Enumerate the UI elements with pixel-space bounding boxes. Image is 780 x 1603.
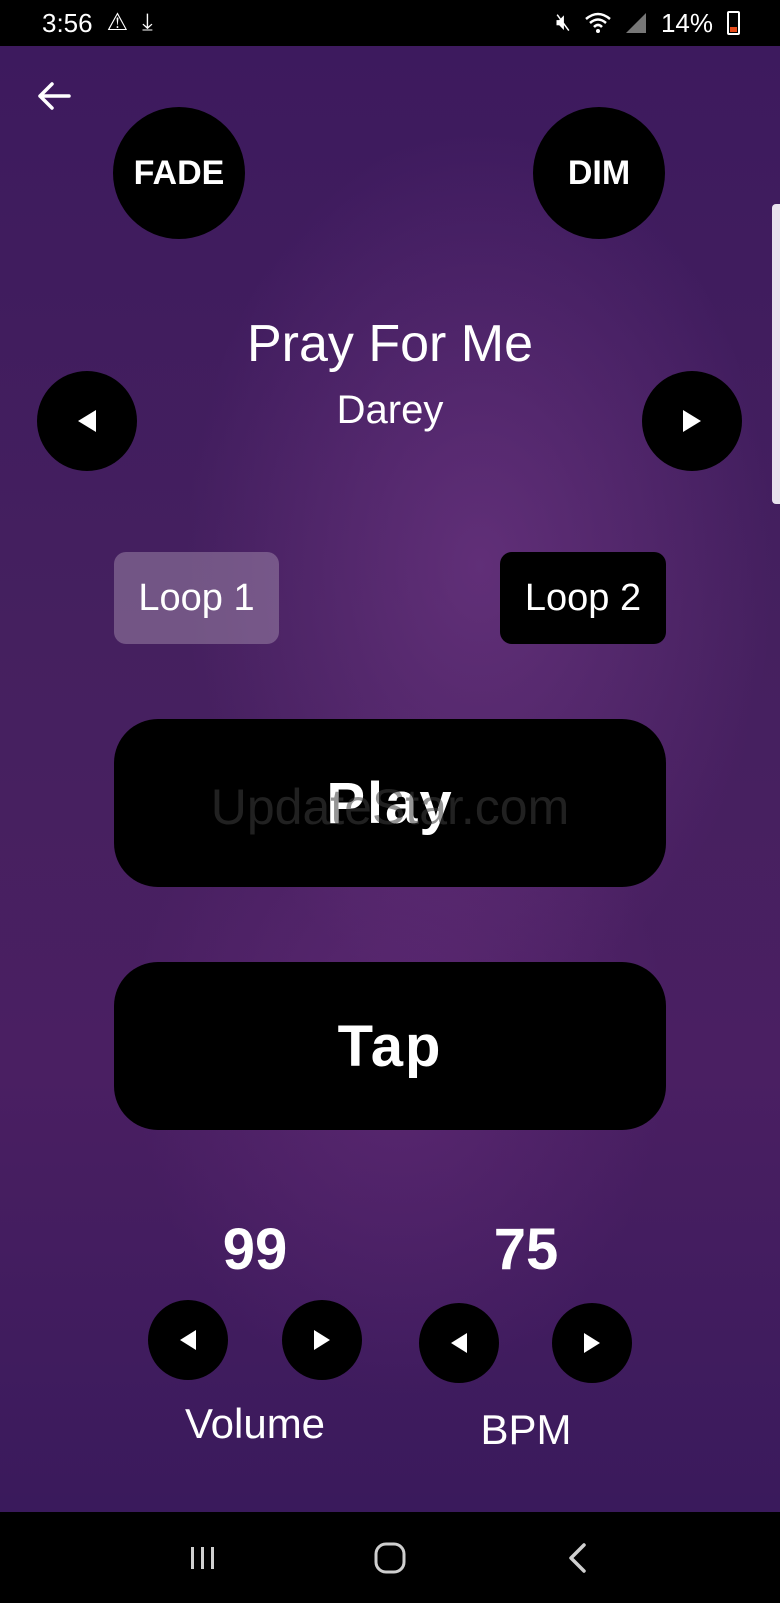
- triangle-right-icon: [314, 1330, 330, 1350]
- triangle-right-icon: [683, 410, 701, 432]
- volume-down-button[interactable]: [148, 1300, 228, 1380]
- home-icon[interactable]: [360, 1528, 420, 1588]
- bpm-label: BPM: [480, 1406, 572, 1453]
- signal-icon: [625, 13, 646, 33]
- loop-1-button[interactable]: Loop 1: [114, 552, 279, 644]
- download-icon: ⤓: [142, 9, 153, 36]
- bpm-down-button[interactable]: [419, 1303, 499, 1383]
- back-arrow-icon[interactable]: [34, 76, 74, 116]
- triangle-right-icon: [584, 1333, 600, 1353]
- screen: 3:56 ⚠ ⤓ 🔇︎ 14% FADE DIM Pray For Me Dar…: [0, 0, 780, 1603]
- volume-label: Volume: [184, 1400, 326, 1447]
- mute-icon: 🔇︎: [555, 9, 571, 36]
- volume-up-button[interactable]: [282, 1300, 362, 1380]
- battery-icon: [727, 11, 740, 35]
- next-track-button[interactable]: [642, 371, 742, 471]
- tap-button[interactable]: Tap: [114, 962, 666, 1130]
- loop-2-button[interactable]: Loop 2: [500, 552, 666, 644]
- recent-apps-icon[interactable]: [173, 1528, 233, 1588]
- triangle-left-icon: [451, 1333, 467, 1353]
- fade-button[interactable]: FADE: [113, 107, 245, 239]
- bpm-up-button[interactable]: [552, 1303, 632, 1383]
- dim-button[interactable]: DIM: [533, 107, 665, 239]
- bpm-value: 75: [493, 1217, 559, 1282]
- status-right: 🔇︎ 14%: [556, 8, 740, 39]
- back-icon[interactable]: [547, 1528, 607, 1588]
- system-nav-bar: [0, 1512, 780, 1603]
- volume-value: 99: [222, 1217, 288, 1282]
- triangle-left-icon: [180, 1330, 196, 1350]
- status-time: 3:56: [42, 7, 93, 38]
- warning-icon: ⚠: [106, 9, 129, 36]
- wifi-icon: [585, 12, 611, 33]
- battery-percent: 14%: [660, 7, 713, 38]
- player-screen: FADE DIM Pray For Me Darey Loop 1 Loop 2…: [0, 46, 780, 1512]
- play-button[interactable]: Play: [114, 719, 666, 887]
- status-bar: 3:56 ⚠ ⤓ 🔇︎ 14%: [0, 0, 780, 46]
- song-title: Pray For Me: [246, 315, 534, 373]
- status-left: 3:56 ⚠ ⤓: [42, 8, 153, 39]
